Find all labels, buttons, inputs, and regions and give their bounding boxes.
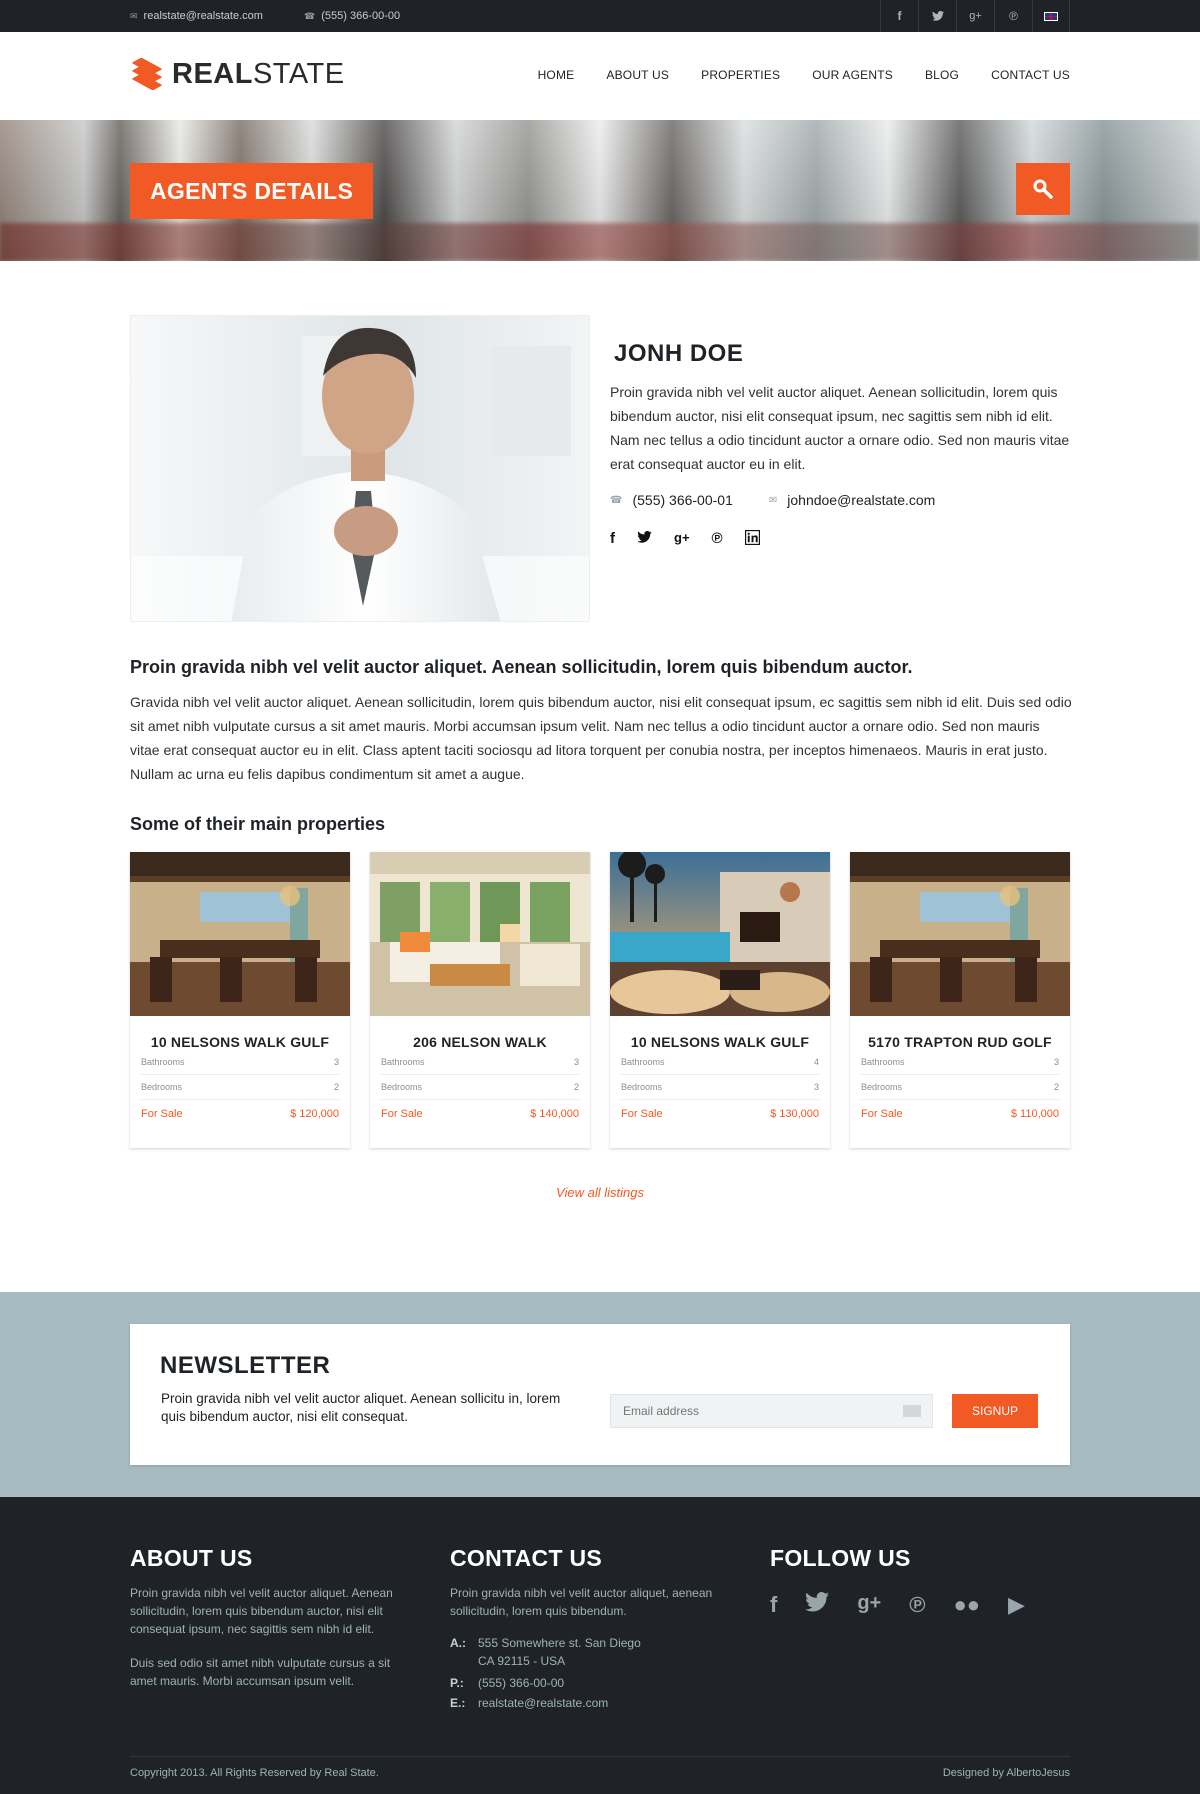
property-title[interactable]: 10 NELSONS WALK GULF bbox=[610, 1034, 830, 1050]
envelope-icon: ✉ bbox=[768, 494, 778, 506]
language-flag-icon[interactable] bbox=[1032, 0, 1070, 32]
footer-follow-title: FOLLOW US bbox=[770, 1545, 911, 1571]
site-logo[interactable]: REALSTATE bbox=[130, 57, 345, 91]
property-image[interactable] bbox=[130, 852, 350, 1016]
site-footer: ABOUT US Proin gravida nibh vel velit au… bbox=[0, 1497, 1200, 1794]
agent-info: JONH DOE Proin gravida nibh vel velit au… bbox=[610, 340, 1070, 549]
agent-email[interactable]: ✉ johndoe@realstate.com bbox=[769, 492, 935, 508]
page-title: AGENTS DETAILS bbox=[130, 163, 374, 219]
nav-about-us[interactable]: ABOUT US bbox=[606, 68, 669, 82]
property-image[interactable] bbox=[850, 852, 1070, 1016]
property-bedrooms: Bedrooms 3 bbox=[621, 1075, 819, 1100]
agent-name: JONH DOE bbox=[614, 340, 744, 367]
top-bar: ✉ realstate@realstate.com ☎ (555) 366-00… bbox=[0, 0, 1200, 32]
agent-photo bbox=[130, 315, 590, 622]
newsletter-email-input[interactable] bbox=[610, 1394, 933, 1428]
twitter-icon[interactable] bbox=[637, 530, 652, 549]
flickr-icon[interactable]: ●● bbox=[953, 1592, 980, 1618]
google-plus-icon[interactable]: g+ bbox=[956, 0, 994, 32]
google-plus-icon[interactable]: g+ bbox=[857, 1592, 881, 1618]
topbar-email-text: realstate@realstate.com bbox=[143, 10, 263, 22]
footer-contact: CONTACT US Proin gravida nibh vel velit … bbox=[450, 1545, 740, 1712]
agent-lead-text: Gravida nibh vel velit auctor aliquet. A… bbox=[130, 694, 1072, 782]
footer-about: ABOUT US Proin gravida nibh vel velit au… bbox=[130, 1545, 420, 1690]
linkedin-icon[interactable] bbox=[744, 529, 760, 549]
main-nav: HOME ABOUT US PROPERTIES OUR AGENTS BLOG… bbox=[538, 68, 1070, 82]
footer-follow: FOLLOW US f g+ ℗ ●● ▶ bbox=[770, 1545, 1070, 1618]
site-header: REALSTATE HOME ABOUT US PROPERTIES OUR A… bbox=[0, 32, 1200, 120]
agent-bio: Proin gravida nibh vel velit auctor aliq… bbox=[610, 384, 1070, 472]
nav-blog[interactable]: BLOG bbox=[925, 68, 959, 82]
twitter-icon[interactable] bbox=[805, 1591, 830, 1618]
property-bathrooms: Bathrooms 3 bbox=[381, 1050, 579, 1075]
property-card[interactable]: 5170 TRAPTON RUD GOLF Bathrooms 3 Bedroom… bbox=[850, 852, 1070, 1148]
envelope-icon: ✉ bbox=[130, 10, 138, 21]
topbar-phone-text: (555) 366-00-00 bbox=[321, 10, 401, 22]
footer-about-title: ABOUT US bbox=[130, 1545, 253, 1571]
phone-icon: ☎ bbox=[304, 10, 316, 21]
topbar-phone: ☎ (555) 366-00-00 bbox=[304, 0, 400, 32]
pinterest-icon[interactable]: ℗ bbox=[712, 530, 723, 549]
agent-contacts: ☎ (555) 366-00-01 ✉ johndoe@realstate.co… bbox=[610, 492, 1070, 508]
properties-heading: Some of their main properties bbox=[130, 814, 386, 834]
facebook-icon[interactable]: f bbox=[770, 1592, 777, 1618]
designer-credit[interactable]: Designed by AlbertoJesus bbox=[943, 1767, 1070, 1779]
logo-layers-icon bbox=[130, 57, 164, 91]
nav-contact-us[interactable]: CONTACT US bbox=[991, 68, 1070, 82]
search-icon bbox=[1033, 179, 1053, 199]
newsletter-text: Proin gravida nibh vel velit auctor aliq… bbox=[161, 1391, 561, 1424]
footer-address: A.: 555 Somewhere st. San Diego CA 92115 … bbox=[450, 1636, 641, 1712]
newsletter-title: NEWSLETTER bbox=[160, 1352, 331, 1379]
youtube-icon[interactable]: ▶ bbox=[1008, 1592, 1025, 1618]
page-banner: AGENTS DETAILS bbox=[0, 120, 1200, 261]
newsletter-box: NEWSLETTER Proin gravida nibh vel velit … bbox=[130, 1324, 1070, 1465]
google-plus-icon[interactable]: g+ bbox=[674, 530, 690, 549]
signup-button[interactable]: SIGNUP bbox=[952, 1394, 1038, 1428]
footer-email-link[interactable]: realstate@realstate.com bbox=[478, 1694, 608, 1712]
property-bathrooms: Bathrooms 3 bbox=[141, 1050, 339, 1075]
property-title[interactable]: 5170 TRAPTON RUD GOLF bbox=[850, 1034, 1070, 1050]
property-bedrooms: Bedrooms 2 bbox=[861, 1075, 1059, 1100]
pinterest-icon[interactable]: ℗ bbox=[994, 0, 1032, 32]
property-title[interactable]: 206 NELSON WALK bbox=[370, 1034, 590, 1050]
topbar-email[interactable]: ✉ realstate@realstate.com bbox=[130, 0, 263, 32]
property-bedrooms: Bedrooms 2 bbox=[381, 1075, 579, 1100]
property-image[interactable] bbox=[370, 852, 590, 1016]
agent-phone: ☎ (555) 366-00-01 bbox=[610, 492, 733, 508]
property-bathrooms: Bathrooms 3 bbox=[861, 1050, 1059, 1075]
logo-wordmark: REALSTATE bbox=[172, 57, 345, 90]
property-card[interactable]: 10 NELSONS WALK GULF Bathrooms 3 Bedrooms… bbox=[130, 852, 350, 1148]
agent-social-links: f g+ ℗ bbox=[610, 529, 1070, 549]
footer-contact-title: CONTACT US bbox=[450, 1545, 603, 1571]
pinterest-icon[interactable]: ℗ bbox=[909, 1592, 925, 1618]
topbar-social-links: f g+ ℗ bbox=[880, 0, 1070, 32]
property-card[interactable]: 206 NELSON WALK Bathrooms 3 Bedrooms 2 For… bbox=[370, 852, 590, 1148]
copyright: Copyright 2013. All Rights Reserved by R… bbox=[130, 1767, 379, 1779]
agent-lead-heading: Proin gravida nibh vel velit auctor aliq… bbox=[130, 657, 913, 677]
view-all-listings-link[interactable]: View all listings bbox=[0, 1185, 1200, 1200]
phone-icon: ☎ bbox=[610, 494, 623, 506]
property-price-row: For Sale $ 120,000 bbox=[141, 1108, 339, 1120]
property-image[interactable] bbox=[610, 852, 830, 1016]
facebook-icon[interactable]: f bbox=[610, 530, 615, 549]
facebook-icon[interactable]: f bbox=[880, 0, 918, 32]
property-bedrooms: Bedrooms 2 bbox=[141, 1075, 339, 1100]
nav-our-agents[interactable]: OUR AGENTS bbox=[812, 68, 893, 82]
search-button[interactable] bbox=[1016, 163, 1070, 215]
property-bathrooms: Bathrooms 4 bbox=[621, 1050, 819, 1075]
nav-properties[interactable]: PROPERTIES bbox=[701, 68, 780, 82]
property-price-row: For Sale $ 130,000 bbox=[621, 1108, 819, 1120]
twitter-icon[interactable] bbox=[918, 0, 956, 32]
property-price-row: For Sale $ 140,000 bbox=[381, 1108, 579, 1120]
property-price-row: For Sale $ 110,000 bbox=[861, 1108, 1059, 1120]
property-title[interactable]: 10 NELSONS WALK GULF bbox=[130, 1034, 350, 1050]
footer-social-links: f g+ ℗ ●● ▶ bbox=[770, 1591, 1070, 1618]
nav-home[interactable]: HOME bbox=[538, 68, 575, 82]
property-list: 10 NELSONS WALK GULF Bathrooms 3 Bedrooms… bbox=[130, 852, 1070, 1148]
property-card[interactable]: 10 NELSONS WALK GULF Bathrooms 4 Bedrooms… bbox=[610, 852, 830, 1148]
envelope-icon bbox=[903, 1405, 921, 1417]
